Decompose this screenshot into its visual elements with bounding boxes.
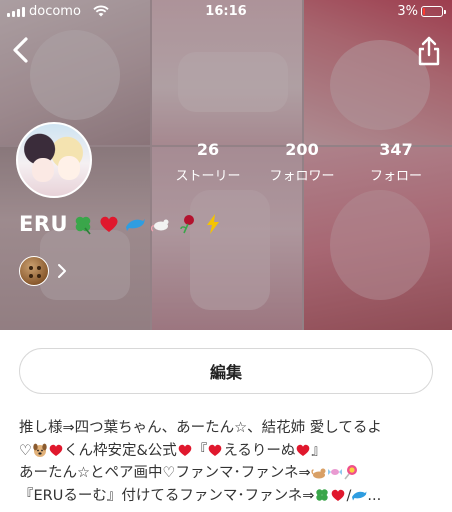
profile-button-link[interactable]: [19, 256, 67, 286]
bio-line: ♡ くん枠安定&公式『えるりーぬ』: [19, 440, 437, 463]
share-button[interactable]: [414, 34, 444, 68]
stat-label: フォロー: [369, 169, 422, 184]
heart-icon: [297, 444, 310, 456]
stat-label: フォロワー: [269, 169, 335, 184]
bio-text: くん枠安定&公式: [64, 442, 177, 459]
clock: 16:16: [205, 4, 247, 19]
battery-level: [423, 8, 425, 15]
heart-icon: [208, 444, 222, 456]
bio-text: 『ERUるーむ』付けてるファンマ･ファンネ⇒: [19, 487, 315, 504]
bio-text: 推し様⇒四つ葉ちゃん、あーたん☆、結花姉 愛してるよ: [19, 420, 382, 436]
bio-text: あーたん☆とペア画中♡ファンマ･ファンネ⇒: [19, 465, 311, 481]
status-bar: docomo 16:16 3%: [0, 0, 452, 24]
avatar[interactable]: [16, 122, 92, 198]
bio-text: えるりーぬ: [223, 442, 296, 459]
bio-line: 推し様⇒四つ葉ちゃん、あーたん☆、結花姉 愛してるよ: [19, 417, 437, 440]
stat-value: 26: [196, 140, 220, 159]
profile-bio: 推し様⇒四つ葉ちゃん、あーたん☆、結花姉 愛してるよ ♡ くん枠安定&公式『えるり…: [19, 417, 437, 507]
profile-name-row: ERU: [19, 211, 224, 237]
dog-icon: [33, 443, 47, 457]
mouse-icon: [151, 219, 169, 232]
clover-icon: [75, 216, 91, 235]
heart-icon: [49, 444, 63, 456]
heart-icon: [100, 216, 118, 232]
edit-profile-button[interactable]: 編集: [19, 348, 433, 394]
chevron-right-icon: [58, 264, 66, 278]
cat-icon: [311, 468, 326, 479]
dolphin-icon: [352, 491, 367, 500]
share-icon: [418, 36, 440, 66]
bio-text: ♡: [19, 442, 32, 459]
battery-icon: [421, 6, 446, 17]
profile-header: docomo 16:16 3% 26 ストーリー 200 フォロワー 347 フ…: [0, 0, 452, 330]
bio-text: ...: [367, 487, 382, 504]
stat-stories[interactable]: 26 ストーリー: [160, 140, 256, 184]
bio-text: 』: [311, 442, 326, 459]
stat-followers[interactable]: 200 フォロワー: [254, 140, 350, 184]
rose-icon: [180, 215, 195, 234]
back-button[interactable]: [8, 34, 36, 66]
profile-name: ERU: [19, 212, 69, 236]
candy-icon: [327, 469, 342, 475]
stat-label: ストーリー: [175, 169, 241, 184]
battery-percent: 3%: [397, 4, 418, 19]
heart-icon: [332, 489, 345, 501]
lollipop-icon: [343, 465, 357, 480]
heart-icon: [178, 444, 192, 456]
bio-text: 『: [192, 442, 208, 459]
stat-following[interactable]: 347 フォロー: [348, 140, 444, 184]
button-badge-icon: [19, 256, 49, 286]
clover-icon: [316, 488, 329, 501]
dolphin-icon: [126, 219, 146, 231]
bio-line: あーたん☆とペア画中♡ファンマ･ファンネ⇒: [19, 462, 437, 485]
stat-value: 347: [379, 140, 413, 159]
chevron-left-icon: [13, 37, 28, 63]
bio-line: 『ERUるーむ』付けてるファンマ･ファンネ⇒ /...: [19, 485, 437, 508]
stat-value: 200: [285, 140, 319, 159]
profile-panel: 編集 推し様⇒四つ葉ちゃん、あーたん☆、結花姉 愛してるよ ♡ くん枠安定&公式『…: [0, 330, 452, 512]
lightning-icon: [207, 214, 220, 234]
